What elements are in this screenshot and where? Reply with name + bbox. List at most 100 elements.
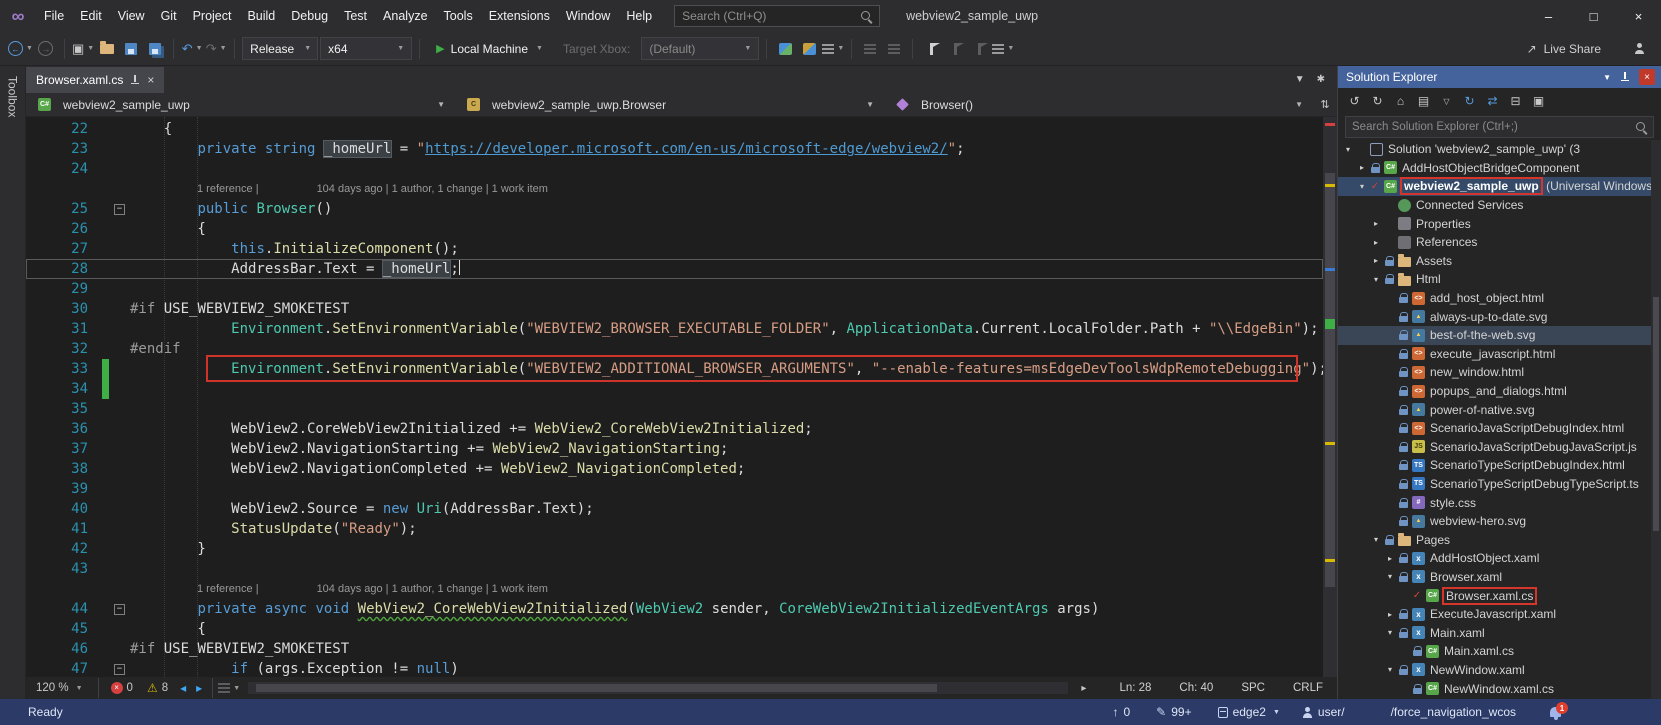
tree-item-solution-webview2-sample-uwp-3[interactable]: ▾ Solution 'webview2_sample_uwp' (3 xyxy=(1338,140,1661,159)
indent-button[interactable] xyxy=(859,37,881,61)
menu-file[interactable]: File xyxy=(36,0,72,32)
horizontal-scrollbar[interactable] xyxy=(248,682,1069,694)
expanded-arrow-icon[interactable]: ▾ xyxy=(1370,535,1382,544)
zoom-dropdown[interactable]: 120 % ▼ xyxy=(26,682,93,694)
branch-user-segment[interactable]: user/ xyxy=(1302,705,1345,719)
scrollbar-thumb[interactable] xyxy=(256,684,938,692)
tree-item-addhostobject-xaml[interactable]: ▸ x AddHostObject.xaml xyxy=(1338,549,1661,568)
tree-item-connected-services[interactable]: Connected Services xyxy=(1338,196,1661,215)
tree-item-scenariotypescriptdebugtypescript-ts[interactable]: TS ScenarioTypeScriptDebugTypeScript.ts xyxy=(1338,475,1661,494)
tab-browser-xaml-cs[interactable]: Browser.xaml.cs × xyxy=(26,67,165,93)
tree-item-executejavascript-xaml[interactable]: ▸ x ExecuteJavascript.xaml xyxy=(1338,605,1661,624)
tree-item-style-css[interactable]: # style.css xyxy=(1338,493,1661,512)
collapsed-arrow-icon[interactable]: ▸ xyxy=(1384,554,1396,563)
notifications-button[interactable]: 1 xyxy=(1550,702,1568,720)
menu-extensions[interactable]: Extensions xyxy=(481,0,558,32)
tree-item-browser-xaml[interactable]: ▾ x Browser.xaml xyxy=(1338,568,1661,587)
solution-explorer-caption[interactable]: Solution Explorer ▼ × xyxy=(1338,66,1661,88)
split-window-icon[interactable]: ⇅ xyxy=(1313,93,1337,116)
navigate-backward-button[interactable]: ← ▼ xyxy=(8,37,33,61)
redo-button[interactable]: ↷ ▼ xyxy=(205,37,227,61)
collapse-icon[interactable]: − xyxy=(114,603,125,615)
collapsed-arrow-icon[interactable]: ▸ xyxy=(1370,238,1382,247)
tree-item-assets[interactable]: ▸ Assets xyxy=(1338,252,1661,271)
collapse-icon[interactable]: − xyxy=(114,663,125,675)
menu-edit[interactable]: Edit xyxy=(72,0,110,32)
scrollbar-thumb[interactable] xyxy=(1653,296,1659,532)
tree-item-scenariojavascriptdebugindex-html[interactable]: <> ScenarioJavaScriptDebugIndex.html xyxy=(1338,419,1661,438)
tree-scrollbar[interactable] xyxy=(1651,140,1661,699)
tree-item-newwindow-xaml-cs[interactable]: C# NewWindow.xaml.cs xyxy=(1338,679,1661,698)
menu-debug[interactable]: Debug xyxy=(283,0,336,32)
warning-indicator[interactable]: ⚠ 8 xyxy=(140,681,175,695)
tree-item-scenariojavascriptdebugjavascript-js[interactable]: JS ScenarioJavaScriptDebugJavaScript.js xyxy=(1338,438,1661,457)
tree-item-properties[interactable]: ▸ Properties xyxy=(1338,214,1661,233)
solution-platforms-dropdown[interactable]: x64 ▼ xyxy=(320,37,413,60)
collapsed-arrow-icon[interactable]: ▸ xyxy=(1370,219,1382,228)
error-indicator[interactable]: × 0 xyxy=(104,682,140,694)
pending-changes-filter-icon[interactable]: ▽ xyxy=(1436,91,1457,111)
tree-item-references[interactable]: ▸ References xyxy=(1338,233,1661,252)
new-project-button[interactable]: ▣ ▼ xyxy=(72,37,94,61)
quick-search-box[interactable]: Search (Ctrl+Q) xyxy=(674,5,881,27)
fold-margin[interactable]: − xyxy=(109,199,130,219)
window-options-icon[interactable]: ✱ xyxy=(1317,74,1325,85)
collapse-icon[interactable]: − xyxy=(114,203,125,215)
menu-analyze[interactable]: Analyze xyxy=(375,0,435,32)
menu-window[interactable]: Window xyxy=(558,0,618,32)
collapse-all-icon[interactable]: ⊟ xyxy=(1505,91,1526,111)
tree-item-webview2-sample-uwp[interactable]: ▾ ✓ C# webview2_sample_uwp (Universal Windo… xyxy=(1338,177,1661,196)
codelens-history[interactable]: 104 days ago | 1 author, 1 change | 1 wo… xyxy=(317,183,548,195)
properties-icon[interactable]: ▣ xyxy=(1528,91,1549,111)
tree-item-html[interactable]: ▾ Html xyxy=(1338,270,1661,289)
nav-project-dropdown[interactable]: C# webview2_sample_uwp ▼ xyxy=(26,93,455,116)
menu-help[interactable]: Help xyxy=(618,0,660,32)
tree-item-addhostobjectbridgecomponent[interactable]: ▸ C# AddHostObjectBridgeComponent xyxy=(1338,159,1661,178)
window-position-icon[interactable]: ▼ xyxy=(1603,73,1611,82)
nav-member-dropdown[interactable]: Browser() ▼ xyxy=(884,93,1313,116)
collapsed-arrow-icon[interactable]: ▸ xyxy=(1356,163,1368,172)
scroll-right-icon[interactable]: ▸ xyxy=(1076,683,1091,694)
tree-item-add-host-object-html[interactable]: <> add_host_object.html xyxy=(1338,289,1661,308)
save-all-button[interactable] xyxy=(144,37,166,61)
open-file-button[interactable] xyxy=(96,37,118,61)
collapsed-arrow-icon[interactable]: ▸ xyxy=(1370,256,1382,265)
space-mode-indicator[interactable]: SPC xyxy=(1241,682,1265,694)
tree-item-best-of-the-web-svg[interactable]: ▲ best-of-the-web.svg xyxy=(1338,325,1661,345)
tree-item-pages[interactable]: ▾ Pages xyxy=(1338,530,1661,549)
scrollbar-thumb[interactable] xyxy=(1325,173,1335,588)
fold-margin[interactable]: − xyxy=(109,659,130,677)
menu-project[interactable]: Project xyxy=(185,0,240,32)
solution-explorer-search[interactable]: Search Solution Explorer (Ctrl+;) xyxy=(1338,114,1661,140)
feedback-person-icon[interactable] xyxy=(1634,43,1645,54)
maximize-button[interactable]: □ xyxy=(1571,0,1616,32)
expanded-arrow-icon[interactable]: ▾ xyxy=(1342,145,1354,154)
toggle-bookmark-button[interactable] xyxy=(920,37,942,61)
pin-icon[interactable] xyxy=(1621,72,1629,82)
codelens-history[interactable]: 104 days ago | 1 author, 1 change | 1 wo… xyxy=(317,583,548,595)
codelens-references[interactable]: 1 reference | xyxy=(197,183,259,195)
minimize-button[interactable]: – xyxy=(1526,0,1571,32)
close-icon[interactable]: × xyxy=(1639,69,1655,85)
tree-item-execute-javascript-html[interactable]: <> execute_javascript.html xyxy=(1338,345,1661,364)
expanded-arrow-icon[interactable]: ▾ xyxy=(1384,572,1396,581)
pin-icon[interactable] xyxy=(131,75,140,85)
undo-button[interactable]: ↶ ▼ xyxy=(181,37,203,61)
menu-test[interactable]: Test xyxy=(336,0,375,32)
codelens-references[interactable]: 1 reference | xyxy=(197,583,259,595)
menu-git[interactable]: Git xyxy=(153,0,185,32)
tree-item-power-of-native-svg[interactable]: ▲ power-of-native.svg xyxy=(1338,400,1661,419)
image-tools-button[interactable] xyxy=(798,37,820,61)
device-dropdown[interactable]: (Default) ▼ xyxy=(641,37,760,60)
menu-build[interactable]: Build xyxy=(239,0,283,32)
outdent-button[interactable] xyxy=(883,37,905,61)
outgoing-commits-button[interactable]: ↑ 0 xyxy=(1112,705,1130,719)
nav-type-dropdown[interactable]: C webview2_sample_uwp.Browser ▼ xyxy=(455,93,884,116)
branch-picker[interactable]: /force_navigation_wcos xyxy=(1391,705,1516,719)
sync-with-active-document-icon[interactable]: ⇄ xyxy=(1482,91,1503,111)
list-members-button[interactable]: ▼ xyxy=(822,37,844,61)
close-button[interactable]: × xyxy=(1616,0,1661,32)
pending-edits-button[interactable]: ✎ 99+ xyxy=(1156,705,1191,719)
live-share-button[interactable]: Live Share xyxy=(1544,42,1601,56)
solution-configurations-dropdown[interactable]: Release ▼ xyxy=(242,37,319,60)
